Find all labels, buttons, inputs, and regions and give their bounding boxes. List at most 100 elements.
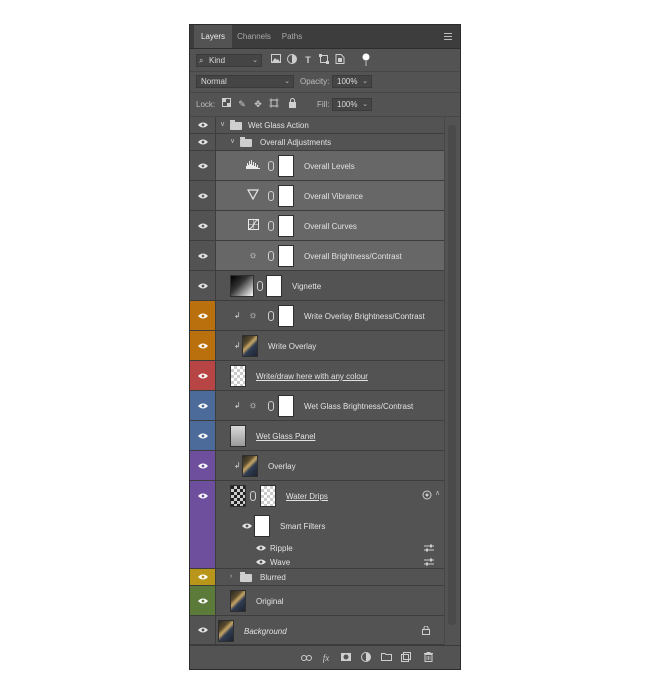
opacity-field[interactable]: 100% ⌄ (332, 75, 372, 88)
eye-icon[interactable] (198, 313, 208, 319)
kind-select[interactable]: ⌕ Kind ⌄ (196, 54, 262, 67)
eye-icon[interactable] (198, 163, 208, 169)
image-filter-icon[interactable] (270, 54, 282, 66)
layer-row[interactable]: ↲ ☼ Wet Glass Brightness/Contrast (190, 391, 444, 421)
filter-options-icon[interactable] (424, 558, 434, 566)
layer-row[interactable]: Wave (190, 555, 444, 569)
eye-cell[interactable] (190, 241, 216, 270)
blend-mode-select[interactable]: Normal ⌄ (196, 75, 294, 88)
new-layer-icon[interactable] (400, 652, 412, 664)
adjustment-filter-icon[interactable] (286, 54, 298, 66)
layer-mask-thumbnail[interactable] (278, 185, 294, 207)
lock-transparent-icon[interactable] (220, 98, 232, 110)
layer-row[interactable]: ☼ Overall Brightness/Contrast (190, 241, 444, 271)
layer-row[interactable]: Write/draw here with any colour (190, 361, 444, 391)
layer-row[interactable]: Smart Filters (190, 511, 444, 541)
link-icon[interactable] (268, 311, 274, 321)
eye-cell[interactable] (190, 134, 216, 150)
eye-icon[interactable] (198, 253, 208, 259)
eye-cell[interactable] (190, 151, 216, 180)
delete-icon[interactable] (422, 652, 434, 664)
eye-icon[interactable] (198, 193, 208, 199)
layer-row[interactable]: ∨ Overall Adjustments (190, 134, 444, 151)
eye-icon[interactable] (198, 139, 208, 145)
new-adjustment-icon[interactable] (360, 652, 372, 664)
layer-mask-thumbnail[interactable] (266, 275, 282, 297)
type-filter-icon[interactable]: T (302, 54, 314, 66)
eye-icon[interactable] (198, 463, 208, 469)
tab-layers[interactable]: Layers (194, 25, 232, 48)
eye-cell[interactable] (190, 616, 216, 644)
eye-icon[interactable] (256, 545, 266, 551)
eye-cell[interactable] (190, 569, 216, 585)
layer-row[interactable]: ↲ Write Overlay (190, 331, 444, 361)
layer-mask-thumbnail[interactable] (278, 305, 294, 327)
eye-cell[interactable] (190, 451, 216, 480)
chevron-down-icon[interactable]: ∨ (230, 137, 235, 145)
lock-all-icon[interactable] (286, 98, 298, 110)
eye-icon[interactable] (198, 343, 208, 349)
layers-scrollbar[interactable] (444, 117, 460, 645)
eye-icon[interactable] (242, 523, 252, 529)
layer-mask-thumbnail[interactable] (278, 395, 294, 417)
link-icon[interactable] (268, 161, 274, 171)
link-icon[interactable] (268, 251, 274, 261)
layer-row[interactable]: Overall Vibrance (190, 181, 444, 211)
layer-thumbnail[interactable] (242, 455, 258, 477)
eye-icon[interactable] (198, 493, 208, 499)
eye-cell[interactable] (190, 211, 216, 240)
layer-mask-thumbnail[interactable] (278, 155, 294, 177)
layer-row[interactable]: Overall Levels (190, 151, 444, 181)
eye-cell[interactable] (190, 117, 216, 133)
layer-thumbnail[interactable] (230, 425, 246, 447)
eye-cell[interactable] (190, 301, 216, 330)
layer-thumbnail[interactable] (242, 335, 258, 357)
eye-icon[interactable] (198, 403, 208, 409)
eye-icon[interactable] (198, 373, 208, 379)
tab-channels[interactable]: Channels (232, 25, 276, 48)
lock-position-icon[interactable]: ✥ (252, 98, 264, 110)
layer-row[interactable]: ∨ Wet Glass Action (190, 117, 444, 134)
eye-cell[interactable] (190, 421, 216, 450)
eye-icon[interactable] (198, 223, 208, 229)
eye-icon[interactable] (198, 433, 208, 439)
layer-thumbnail[interactable] (230, 485, 246, 507)
chevron-right-icon[interactable]: › (230, 573, 232, 580)
filter-options-icon[interactable] (424, 544, 434, 552)
layer-thumbnail[interactable] (218, 620, 234, 642)
link-icon[interactable] (257, 281, 263, 291)
lock-artboard-icon[interactable] (268, 98, 280, 110)
smart-filter-badge-icon[interactable] (422, 490, 432, 500)
fill-field[interactable]: 100% ⌄ (332, 98, 372, 111)
link-icon[interactable] (268, 221, 274, 231)
shape-filter-icon[interactable] (318, 54, 330, 66)
eye-icon[interactable] (256, 559, 266, 565)
layer-row[interactable]: Ripple (190, 541, 444, 555)
chevron-down-icon[interactable]: ∨ (220, 120, 225, 128)
eye-icon[interactable] (198, 283, 208, 289)
layer-mask-thumbnail[interactable] (278, 215, 294, 237)
tab-paths[interactable]: Paths (276, 25, 308, 48)
fx-icon[interactable]: fx (320, 652, 332, 664)
eye-cell[interactable] (190, 181, 216, 210)
panel-menu-icon[interactable] (444, 33, 452, 40)
layer-thumbnail[interactable] (230, 590, 246, 612)
layer-row[interactable]: Overall Curves (190, 211, 444, 241)
layer-row[interactable]: Vignette (190, 271, 444, 301)
scrollbar-thumb[interactable] (448, 125, 456, 625)
layer-row[interactable]: ↲ Overlay (190, 451, 444, 481)
link-layers-icon[interactable] (300, 652, 312, 664)
eye-icon[interactable] (198, 598, 208, 604)
layer-mask-thumbnail[interactable] (260, 485, 276, 507)
eye-icon[interactable] (198, 574, 208, 580)
layer-mask-thumbnail[interactable] (278, 245, 294, 267)
layer-row[interactable]: Background (190, 616, 444, 645)
eye-cell[interactable] (190, 361, 216, 390)
chevron-up-icon[interactable]: ∧ (435, 489, 440, 497)
filter-toggle-icon[interactable] (360, 53, 372, 66)
lock-image-icon[interactable]: ✎ (236, 98, 248, 110)
eye-cell[interactable] (190, 391, 216, 420)
layer-thumbnail[interactable] (230, 275, 254, 297)
smart-filter-mask-thumbnail[interactable] (254, 515, 270, 537)
layer-row[interactable]: ↲ ☼ Write Overlay Brightness/Contrast (190, 301, 444, 331)
